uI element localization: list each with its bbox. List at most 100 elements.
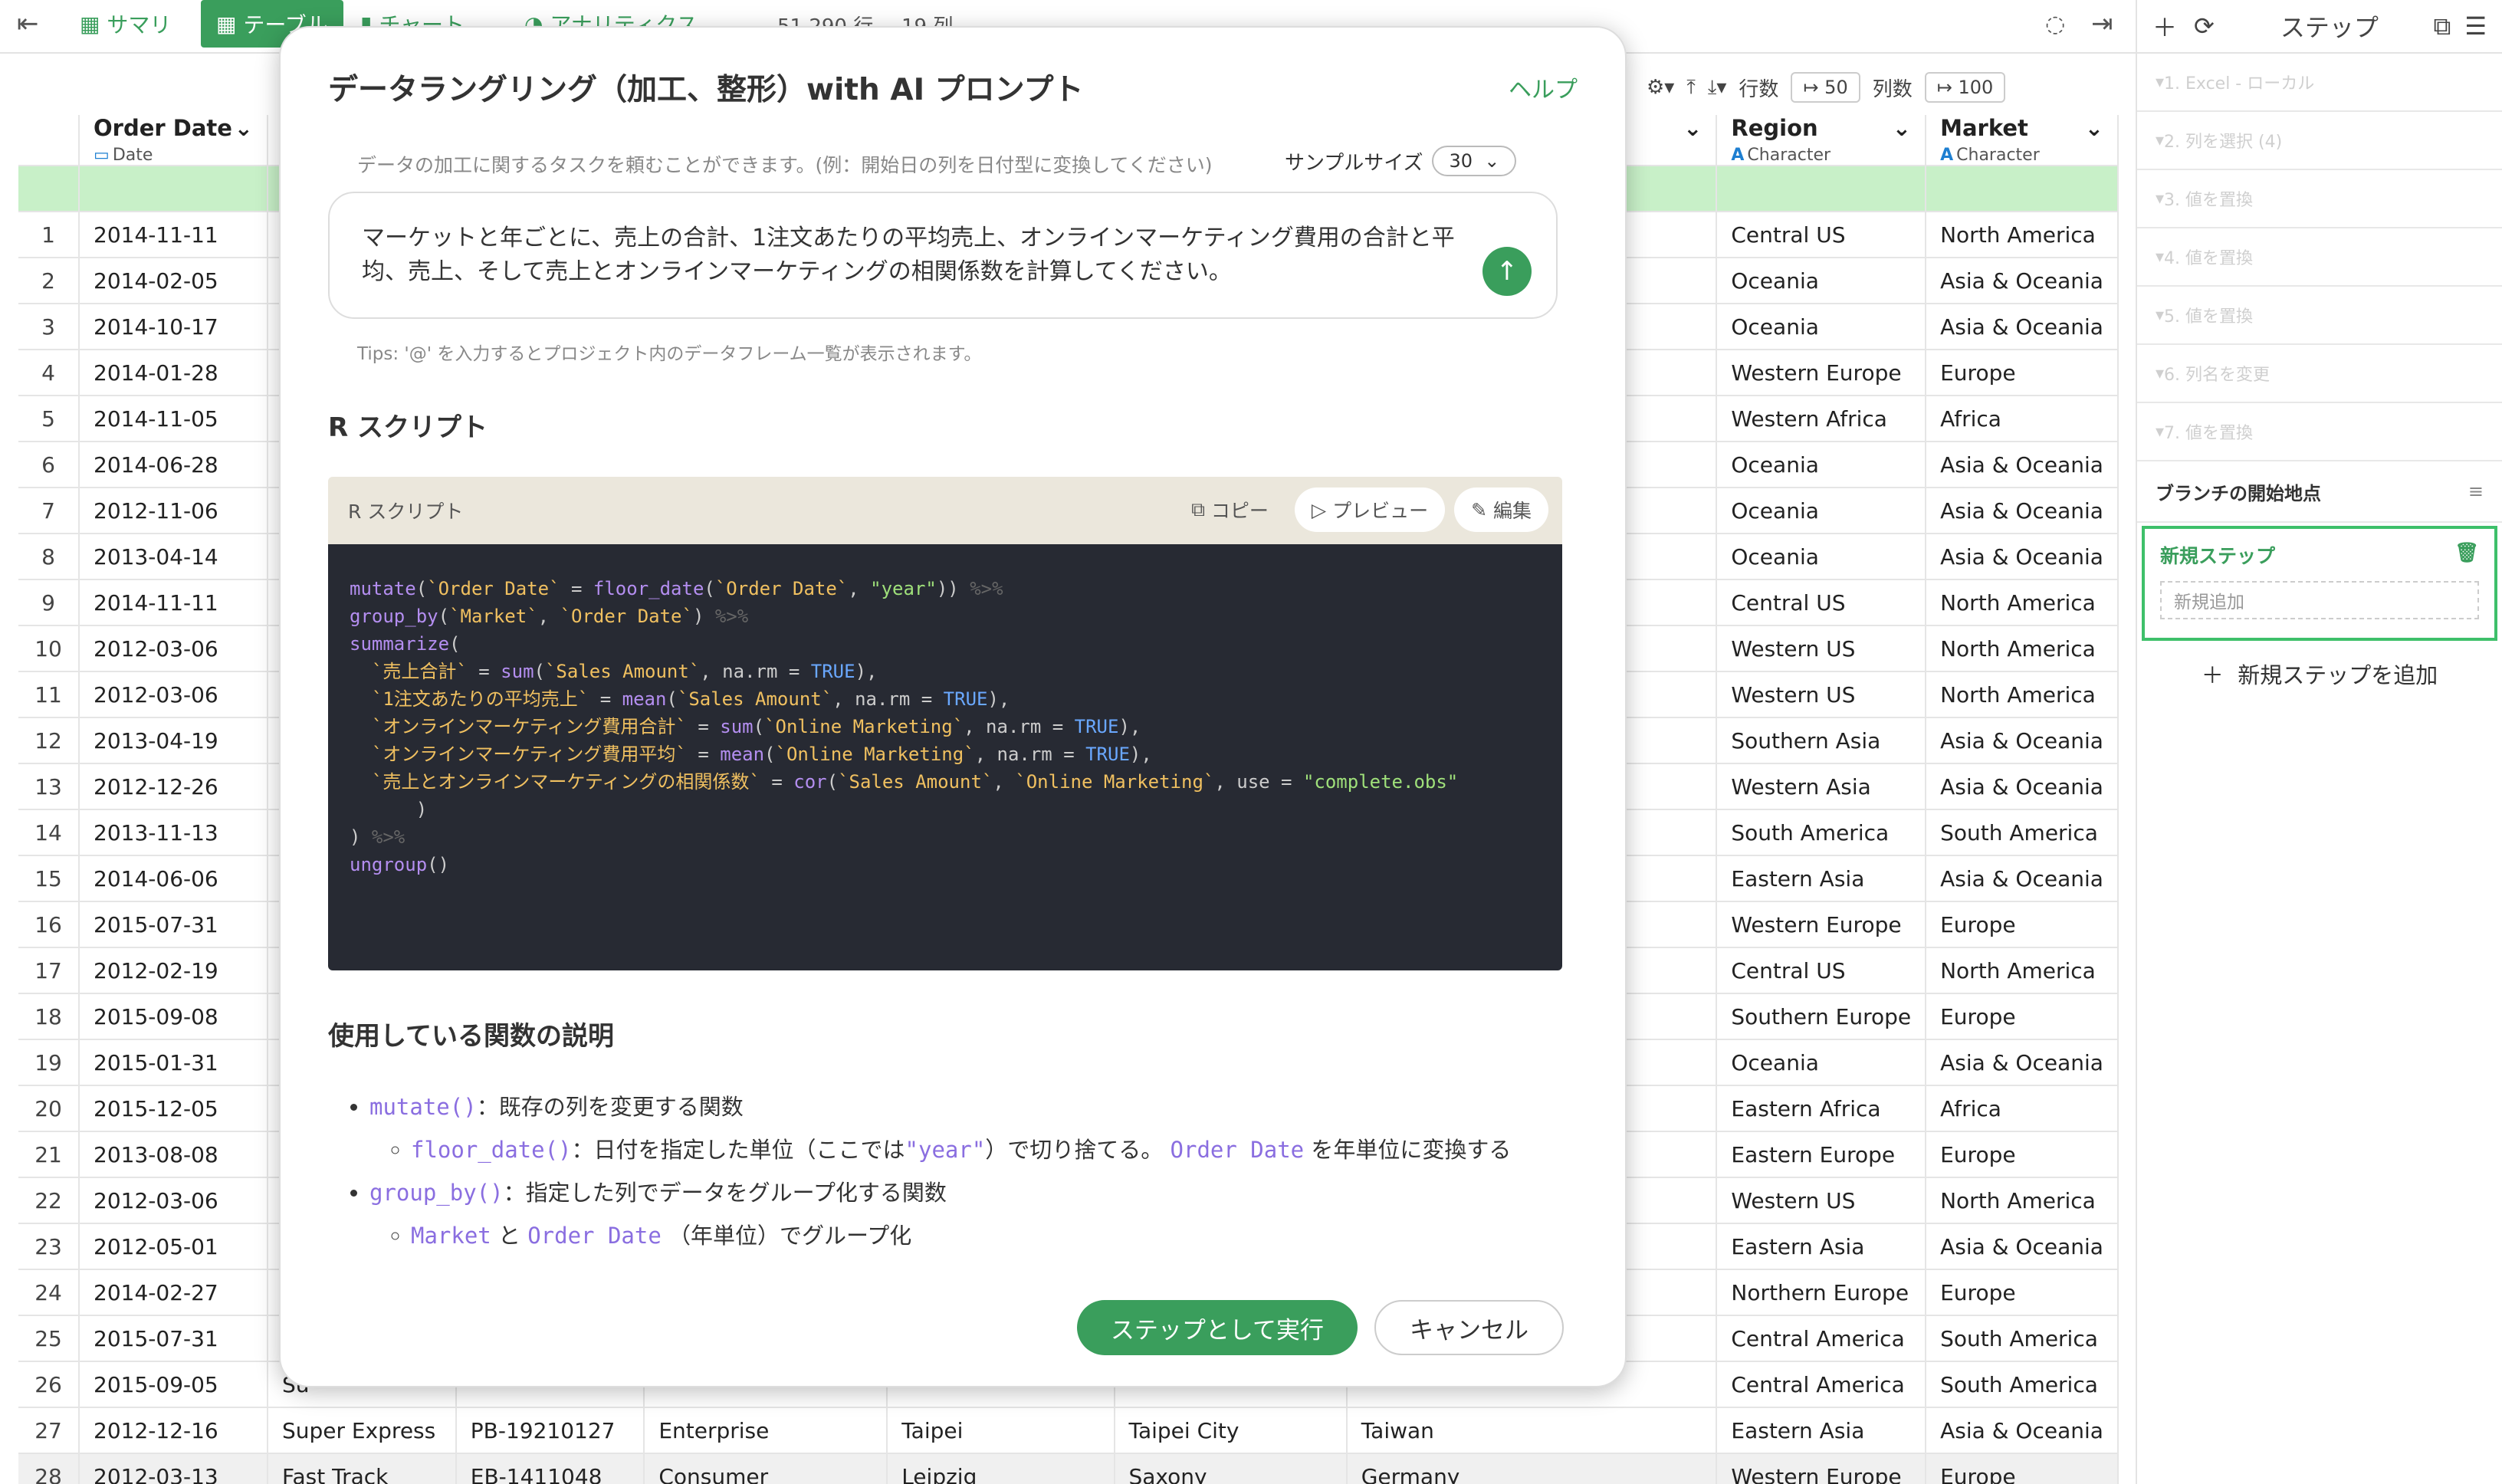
table-cell[interactable]: 2013-04-19 — [79, 717, 268, 764]
chevron-down-icon[interactable]: ⌄ — [1683, 115, 1702, 141]
column-limit-input[interactable]: ↦ 100 — [1924, 72, 2006, 103]
table-cell[interactable]: Eastern Asia — [1716, 1223, 1927, 1270]
table-cell[interactable]: Europe — [1926, 901, 2119, 948]
table-cell[interactable]: South America — [1926, 1315, 2119, 1362]
table-cell[interactable]: 2015-07-31 — [79, 1315, 268, 1362]
table-cell[interactable]: Central America — [1716, 1361, 1927, 1408]
table-cell[interactable]: Western Asia — [1716, 763, 1927, 810]
chevron-down-icon[interactable]: ▾ — [2156, 248, 2164, 267]
table-cell[interactable]: Africa — [1926, 396, 2119, 442]
table-cell[interactable]: Western US — [1716, 625, 1927, 672]
table-cell[interactable]: Central America — [1716, 1315, 1927, 1362]
step-item[interactable]: ▾ 6. 列名を変更 — [2137, 345, 2502, 403]
collapse-right-icon[interactable]: ⇥ — [2091, 0, 2113, 48]
table-cell[interactable]: Western Europe — [1716, 350, 1927, 396]
table-cell[interactable]: Oceania — [1716, 304, 1927, 350]
flow-icon[interactable]: ⧉ — [2433, 11, 2451, 41]
step-item[interactable]: ▾ 1. Excel - ローカル — [2137, 54, 2502, 112]
table-cell[interactable]: Europe — [1926, 1453, 2119, 1484]
table-cell[interactable]: Eastern Africa — [1716, 1085, 1927, 1132]
table-cell[interactable]: North America — [1926, 1177, 2119, 1224]
table-cell[interactable]: Asia & Oceania — [1926, 442, 2119, 488]
copy-button[interactable]: ⧉ コピー — [1174, 488, 1285, 532]
table-cell[interactable]: Central US — [1716, 579, 1927, 626]
table-cell[interactable]: 2014-06-28 — [79, 442, 268, 488]
table-cell[interactable]: Eastern Europe — [1716, 1131, 1927, 1178]
table-cell[interactable]: Western Europe — [1716, 1453, 1927, 1484]
table-cell[interactable]: Central US — [1716, 212, 1927, 258]
refresh-icon[interactable]: ⟳ — [2194, 11, 2215, 41]
table-cell[interactable]: Northern Europe — [1716, 1269, 1927, 1316]
step-item[interactable]: ▾ 5. 値を置換 — [2137, 287, 2502, 345]
table-row[interactable]: 28 2012-03-13 Fast Track EB-1411048 Consumer… — [18, 1453, 2119, 1484]
table-cell[interactable]: South America — [1926, 1361, 2119, 1408]
table-cell[interactable]: 2012-12-16 — [79, 1407, 268, 1454]
table-cell[interactable]: 2012-02-19 — [79, 947, 268, 994]
chevron-down-icon[interactable]: ▾ — [2156, 189, 2164, 208]
prompt-input[interactable]: マーケットと年ごとに、売上の合計、1注文あたりの平均売上、オンラインマーケティン… — [328, 192, 1558, 319]
table-cell[interactable]: North America — [1926, 947, 2119, 994]
table-cell[interactable]: Asia & Oceania — [1926, 1407, 2119, 1454]
table-cell[interactable]: Southern Asia — [1716, 717, 1927, 764]
table-cell[interactable]: 2015-07-31 — [79, 901, 268, 948]
chevron-down-icon[interactable]: ▾ — [2156, 73, 2164, 92]
edit-button[interactable]: ✎ 編集 — [1454, 488, 1548, 532]
download-icon[interactable]: ⤓▾ — [1708, 76, 1727, 100]
table-cell[interactable]: 2012-11-06 — [79, 488, 268, 534]
chevron-down-icon[interactable]: ▾ — [2156, 364, 2164, 383]
table-cell[interactable]: 2014-02-27 — [79, 1269, 268, 1316]
table-cell[interactable]: North America — [1926, 671, 2119, 718]
table-cell[interactable]: 2012-05-01 — [79, 1223, 268, 1270]
settings-icon[interactable]: ⚙▾ — [1647, 76, 1674, 99]
table-cell[interactable]: Western Europe — [1716, 901, 1927, 948]
table-cell[interactable]: Europe — [1926, 1131, 2119, 1178]
table-cell[interactable]: 2012-03-06 — [79, 625, 268, 672]
collapse-left-icon[interactable]: ⇤ — [17, 0, 39, 48]
table-cell[interactable]: EB-1411048 — [455, 1453, 645, 1484]
table-cell[interactable]: 2014-11-11 — [79, 579, 268, 626]
table-cell[interactable]: Asia & Oceania — [1926, 534, 2119, 580]
chevron-down-icon[interactable]: ▾ — [2156, 131, 2164, 150]
table-cell[interactable]: 2014-02-05 — [79, 258, 268, 304]
trash-icon[interactable]: 🗑 — [2454, 541, 2479, 569]
table-cell[interactable]: Oceania — [1716, 534, 1927, 580]
table-cell[interactable]: Europe — [1926, 350, 2119, 396]
table-cell[interactable]: Taiwan — [1346, 1407, 1718, 1454]
step-item[interactable]: ▾ 2. 列を選択 (4) — [2137, 112, 2502, 170]
table-cell[interactable]: 2015-01-31 — [79, 1039, 268, 1086]
table-cell[interactable]: 2013-08-08 — [79, 1131, 268, 1178]
table-cell[interactable]: Asia & Oceania — [1926, 304, 2119, 350]
chevron-down-icon[interactable]: ▾ — [2156, 422, 2164, 442]
table-cell[interactable]: Europe — [1926, 1269, 2119, 1316]
preview-button[interactable]: ▷ プレビュー — [1294, 488, 1446, 532]
cancel-button[interactable]: キャンセル — [1374, 1300, 1564, 1355]
step-item[interactable]: ▾ 4. 値を置換 — [2137, 228, 2502, 287]
table-cell[interactable]: 2014-11-11 — [79, 212, 268, 258]
comment-icon[interactable]: ◌ — [2045, 0, 2065, 48]
sample-size-select[interactable]: 30 ⌄ — [1432, 146, 1517, 176]
table-cell[interactable]: Fast Track — [267, 1453, 457, 1484]
table-cell[interactable]: 2014-11-05 — [79, 396, 268, 442]
table-cell[interactable]: Taipei City — [1114, 1407, 1348, 1454]
table-cell[interactable]: Asia & Oceania — [1926, 1039, 2119, 1086]
chevron-down-icon[interactable]: ⌄ — [1893, 115, 1911, 141]
header-cell-market[interactable]: Market ⌄ A Character — [1926, 115, 2119, 166]
step-item[interactable]: ▾ 7. 値を置換 — [2137, 403, 2502, 461]
upload-icon[interactable]: ⤒ — [1686, 76, 1696, 100]
table-cell[interactable]: 2012-03-06 — [79, 671, 268, 718]
table-cell[interactable]: 2014-10-17 — [79, 304, 268, 350]
table-cell[interactable]: 2012-12-26 — [79, 763, 268, 810]
table-cell[interactable]: 2013-04-14 — [79, 534, 268, 580]
chevron-down-icon[interactable]: ⌄ — [2085, 115, 2103, 141]
table-cell[interactable]: North America — [1926, 579, 2119, 626]
tab-summary[interactable]: ▦ サマリ — [80, 0, 171, 48]
table-cell[interactable]: South America — [1926, 809, 2119, 856]
table-cell[interactable]: North America — [1926, 625, 2119, 672]
table-cell[interactable]: Western Africa — [1716, 396, 1927, 442]
table-cell[interactable]: Enterprise — [644, 1407, 888, 1454]
table-row[interactable]: 27 2012-12-16 Super Express PB-19210127 Ente… — [18, 1407, 2119, 1454]
table-cell[interactable]: Central US — [1716, 947, 1927, 994]
table-cell[interactable]: 2014-01-28 — [79, 350, 268, 396]
run-as-step-button[interactable]: ステップとして実行 — [1076, 1300, 1358, 1355]
send-button[interactable]: ↑ — [1482, 247, 1532, 296]
